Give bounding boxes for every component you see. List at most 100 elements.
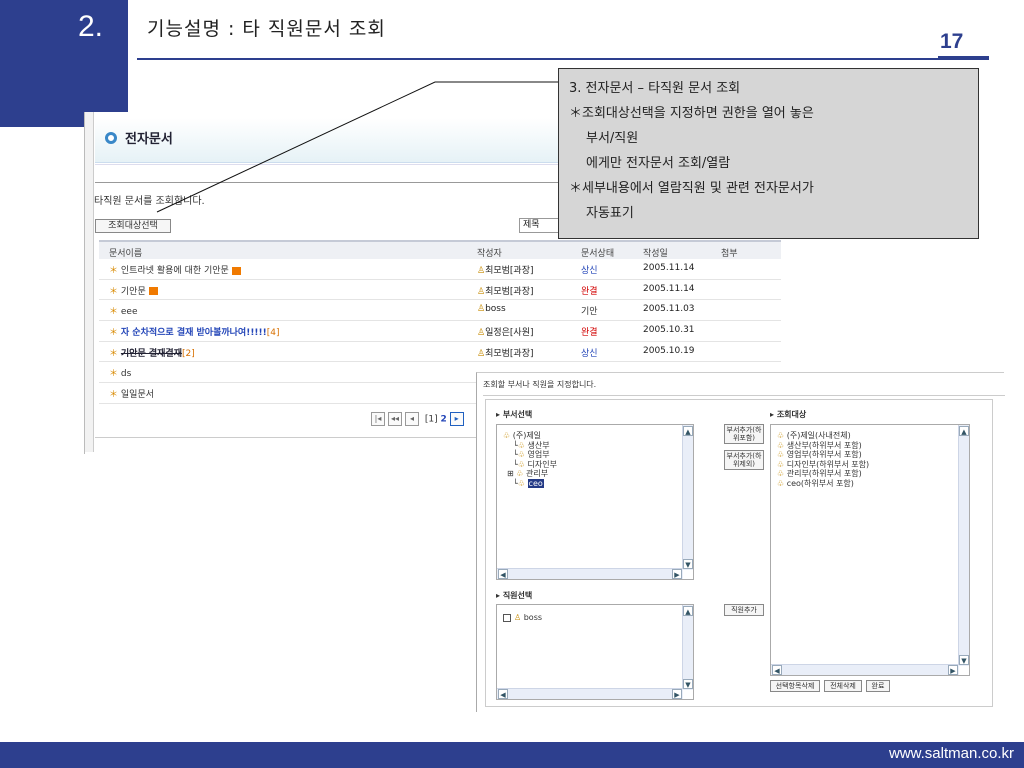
callout-line: 자동표기 <box>586 206 634 221</box>
dept-tree-box[interactable]: ♧ (주)제일 └♧ 생산부 └♧ 영업부 └♧ 디자인부 ⊞ ♧ 관리부 └♧… <box>496 424 694 580</box>
row-status: 완결 <box>581 328 598 339</box>
scroll-down-icon[interactable]: ▼ <box>959 655 969 665</box>
tree-node[interactable]: ♧ (주)제일 <box>503 431 557 441</box>
dialog-panel: ▸ 부서선택 ♧ (주)제일 └♧ 생산부 └♧ 영업부 └♧ 디자인부 ⊞ ♧… <box>485 399 993 707</box>
add-dept-excl-button[interactable]: 부서추가(하위제외) <box>724 450 764 470</box>
doc-title-link[interactable]: eee <box>121 307 138 317</box>
tree-node[interactable]: └♧ ceo <box>503 478 557 489</box>
scroll-right-icon[interactable]: ▶ <box>672 689 682 699</box>
first-page-icon[interactable]: |◂ <box>371 412 385 426</box>
table-header: 문서이름 작성자 문서상태 작성일 첨부 <box>99 240 781 259</box>
group-icon: ♧ <box>517 478 525 488</box>
table-row[interactable]: ＊ eee ♙boss 기안 2005.11.03 <box>99 300 781 322</box>
delete-selected-button[interactable]: 선택항목삭제 <box>770 680 820 692</box>
target-select-screenshot: 조회할 부서나 직원을 지정합니다. ▸ 부서선택 ♧ (주)제일 └♧ 생산부… <box>476 372 1005 712</box>
row-bullet: ＊ <box>109 369 119 380</box>
footer-url[interactable]: www.saltman.co.kr <box>889 745 1014 762</box>
scroll-down-icon[interactable]: ▼ <box>683 559 693 569</box>
slide: 2. 기능설명 : 타 직원문서 조회 17 전자문서 타직원 문서를 조회합니… <box>0 0 1024 768</box>
dialog-description: 조회할 부서나 직원을 지정합니다. <box>483 380 597 389</box>
list-item[interactable]: ♧ 영업부(하위부서 포함) <box>777 450 869 460</box>
group-icon: ♧ <box>777 469 785 478</box>
title-underline <box>137 58 989 60</box>
row-status: 상신 <box>581 348 598 359</box>
search-field-select[interactable]: 제목 <box>519 218 559 233</box>
row-author: boss <box>485 304 506 315</box>
list-item[interactable]: ♧ ceo(하위부서 포함) <box>777 479 869 489</box>
list-item[interactable]: ♧ 관리부(하위부서 포함) <box>777 469 869 479</box>
select-target-button[interactable]: 조회대상선택 <box>95 219 171 233</box>
scroll-up-icon[interactable]: ▲ <box>683 426 693 436</box>
delete-all-button[interactable]: 전체삭제 <box>824 680 862 692</box>
person-icon: ♙ <box>477 348 486 359</box>
callout-line: ＊조회대상선택을 지정하면 권한을 열어 놓은 <box>569 106 814 121</box>
prev-block-icon[interactable]: ◂◂ <box>388 412 402 426</box>
done-button[interactable]: 완료 <box>866 680 890 692</box>
page-number-underline <box>938 56 989 60</box>
scroll-left-icon[interactable]: ◀ <box>772 665 782 675</box>
group-icon: ♧ <box>517 440 525 450</box>
scroll-up-icon[interactable]: ▲ <box>683 606 693 616</box>
target-list-box[interactable]: ♧ (주)제일(사내전체) ♧ 생산부(하위부서 포함) ♧ 영업부(하위부서 … <box>770 424 970 676</box>
scroll-right-icon[interactable]: ▶ <box>948 665 958 675</box>
row-bullet: ＊ <box>109 328 119 339</box>
add-staff-button[interactable]: 직원추가 <box>724 604 764 616</box>
tree-node[interactable]: └♧ 생산부 <box>503 441 557 451</box>
doc-title-link[interactable]: ds <box>121 369 131 379</box>
row-author: 일정은[사원] <box>485 328 534 339</box>
group-icon: ♧ <box>777 450 785 459</box>
group-icon: ♧ <box>517 450 525 459</box>
prev-page-icon[interactable]: ◂ <box>405 412 419 426</box>
row-status: 완결 <box>581 286 598 297</box>
scroll-down-icon[interactable]: ▼ <box>683 679 693 689</box>
staff-list-box[interactable]: ♙ boss ▲ ▼ ◀ ▶ <box>496 604 694 700</box>
doc-title-link[interactable]: 일일문서 <box>121 390 154 400</box>
add-dept-incl-button[interactable]: 부서추가(하위포함) <box>724 424 764 444</box>
scroll-right-icon[interactable]: ▶ <box>672 569 682 579</box>
person-icon: ♙ <box>477 304 486 315</box>
page-2-link[interactable]: 2 <box>441 415 447 425</box>
vertical-scrollbar[interactable]: ▲ ▼ <box>682 605 693 690</box>
doc-title-link[interactable]: 기안문 결재결재 <box>121 349 182 359</box>
table-row[interactable]: ＊ 기안문 ♙최모범[과장] 완결 2005.11.14 <box>99 280 781 301</box>
horizontal-scrollbar[interactable]: ◀ ▶ <box>497 568 683 579</box>
page-number: 17 <box>940 30 964 53</box>
table-row[interactable]: ＊ 기안문 결재결재[2] ♙최모범[과장] 상신 2005.10.19 <box>99 342 781 363</box>
table-row[interactable]: ＊ 인트라넷 활용에 대한 기안문 ♙최모범[과장] 상신 2005.11.14 <box>99 259 781 280</box>
doc-title-link[interactable]: 기안문 <box>121 287 146 297</box>
col-header-author: 작성자 <box>477 249 502 259</box>
doc-title-link[interactable]: 인트라넷 활용에 대한 기안문 <box>121 266 229 276</box>
row-bullet: ＊ <box>109 307 119 318</box>
callout-line: 부서/직원 <box>586 131 639 146</box>
row-bullet: ＊ <box>109 348 119 359</box>
list-item[interactable]: ♧ (주)제일(사내전체) <box>777 431 869 441</box>
horizontal-scrollbar[interactable]: ◀ ▶ <box>497 688 683 699</box>
vertical-scrollbar[interactable]: ▲ ▼ <box>958 425 969 666</box>
left-collapse-bar[interactable] <box>85 112 94 452</box>
table-row[interactable]: ＊ 자 순차적으로 결재 받아볼까나여!!!!![4] ♙일정은[사원] 완결 … <box>99 321 781 342</box>
callout-line: 에게만 전자문서 조회/열람 <box>586 156 731 171</box>
person-icon: ♙ <box>514 613 522 622</box>
scroll-left-icon[interactable]: ◀ <box>498 569 508 579</box>
row-author: 최모범[과장] <box>485 286 534 297</box>
col-header-name: 문서이름 <box>109 249 143 259</box>
callout-line: 3. 전자문서 – 타직원 문서 조회 <box>569 81 741 96</box>
slide-title: 기능설명 : 타 직원문서 조회 <box>147 18 386 40</box>
section-number-box: 2. <box>0 0 128 127</box>
horizontal-scrollbar[interactable]: ◀ ▶ <box>771 664 959 675</box>
scroll-up-icon[interactable]: ▲ <box>959 426 969 436</box>
list-item[interactable]: ♙ boss <box>503 613 542 623</box>
doc-title-link[interactable]: 자 순차적으로 결재 받아볼까나여!!!!! <box>121 328 267 338</box>
scroll-left-icon[interactable]: ◀ <box>498 689 508 699</box>
row-status: 기안 <box>581 307 598 318</box>
expand-icon[interactable]: ⊞ <box>507 469 514 478</box>
list-item[interactable]: ♧ 디자인부(하위부서 포함) <box>777 460 869 470</box>
tree-node[interactable]: └♧ 영업부 <box>503 450 557 460</box>
tree-node[interactable]: ⊞ ♧ 관리부 <box>503 469 557 479</box>
staff-checkbox[interactable] <box>503 613 511 622</box>
tree-node[interactable]: └♧ 디자인부 <box>503 460 557 470</box>
dept-label: ▸ 부서선택 <box>496 410 533 419</box>
vertical-scrollbar[interactable]: ▲ ▼ <box>682 425 693 570</box>
list-item[interactable]: ♧ 생산부(하위부서 포함) <box>777 441 869 451</box>
next-page-icon[interactable]: ▸ <box>449 412 464 426</box>
